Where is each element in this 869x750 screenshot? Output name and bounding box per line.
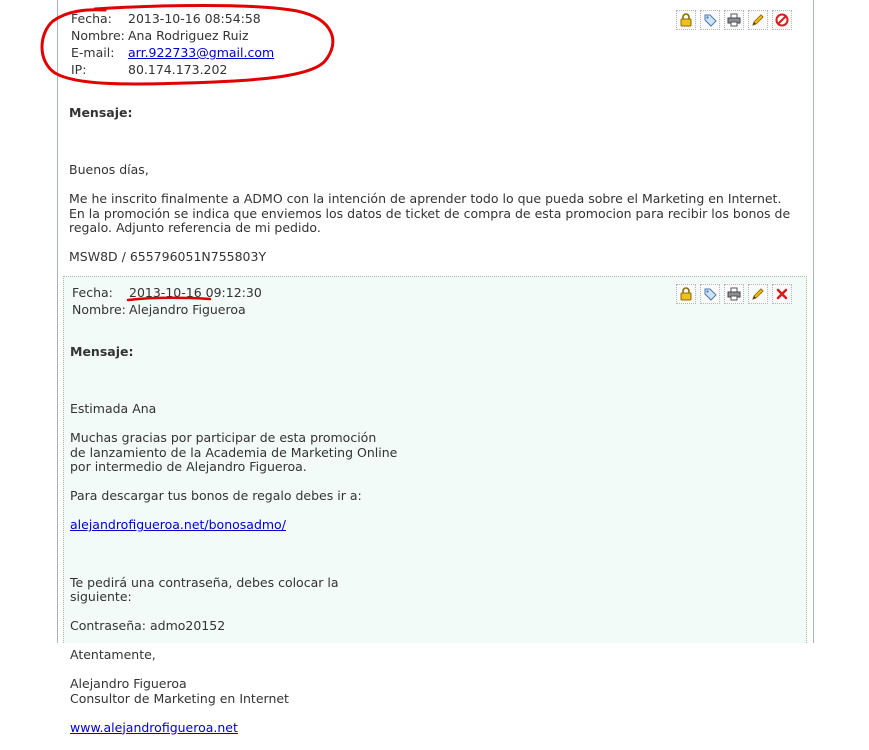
- reply-message-heading: Mensaje:: [70, 343, 134, 359]
- reply-edit-button[interactable]: [748, 284, 768, 304]
- reply-fecha-time: 09:12:30: [205, 285, 262, 300]
- reply-fecha-label: Fecha:: [72, 285, 113, 300]
- reply-print-button[interactable]: [724, 284, 744, 304]
- ticket-header: Fecha: 2013-10-16 08:54:58 Nombre: Ana Rod…: [71, 10, 274, 78]
- lock-icon: [680, 13, 692, 27]
- close-icon: [776, 288, 788, 300]
- lock-icon: [680, 287, 692, 301]
- lock-button[interactable]: [676, 10, 696, 30]
- tag-icon: [704, 288, 717, 301]
- reply-lock-button[interactable]: [676, 284, 696, 304]
- ip-label: IP:: [71, 62, 87, 77]
- nombre-value: Ana Rodriguez Ruiz: [128, 28, 249, 43]
- ip-value: 80.174.173.202: [128, 62, 228, 77]
- print-icon: [727, 287, 741, 301]
- tag-button[interactable]: [700, 10, 720, 30]
- edit-button[interactable]: [748, 10, 768, 30]
- reply-message: Mensaje: Estimada Ana Muchas gracias por…: [70, 330, 790, 750]
- message-heading: Mensaje:: [69, 104, 133, 120]
- reply-nombre-value: Alejandro Figueroa: [129, 302, 246, 317]
- reply-fecha-date: 2013-10-16: [129, 285, 202, 300]
- nombre-label: Nombre:: [71, 28, 125, 43]
- print-button[interactable]: [724, 10, 744, 30]
- fecha-label: Fecha:: [71, 11, 112, 26]
- message-body: Buenos días, Me he inscrito finalmente a…: [69, 162, 791, 292]
- delete-button[interactable]: [772, 10, 792, 30]
- reply-delete-button[interactable]: [772, 284, 792, 304]
- print-icon: [727, 13, 741, 27]
- email-link[interactable]: arr.922733@gmail.com: [128, 45, 274, 60]
- reply-header: Fecha: 2013-10-16 09:12:30 Nombre: Alejand…: [72, 284, 262, 318]
- reply-body-part1: Estimada Ana Muchas gracias por particip…: [70, 401, 398, 503]
- edit-icon: [752, 288, 764, 300]
- email-label: E-mail:: [71, 45, 115, 60]
- bonus-link[interactable]: alejandrofigueroa.net/bonosadmo/: [70, 517, 286, 532]
- edit-icon: [752, 14, 764, 26]
- tag-icon: [704, 14, 717, 27]
- website-link[interactable]: www.alejandrofigueroa.net: [70, 720, 238, 735]
- reply-tag-button[interactable]: [700, 284, 720, 304]
- reply-body-part2: Te pedirá una contraseña, debes colocar …: [70, 574, 339, 706]
- reply-toolbar: [676, 284, 792, 304]
- fecha-value: 2013-10-16 08:54:58: [128, 11, 261, 26]
- reply-nombre-label: Nombre:: [72, 302, 126, 317]
- ticket-toolbar: [676, 10, 792, 30]
- delete-icon: [775, 13, 789, 27]
